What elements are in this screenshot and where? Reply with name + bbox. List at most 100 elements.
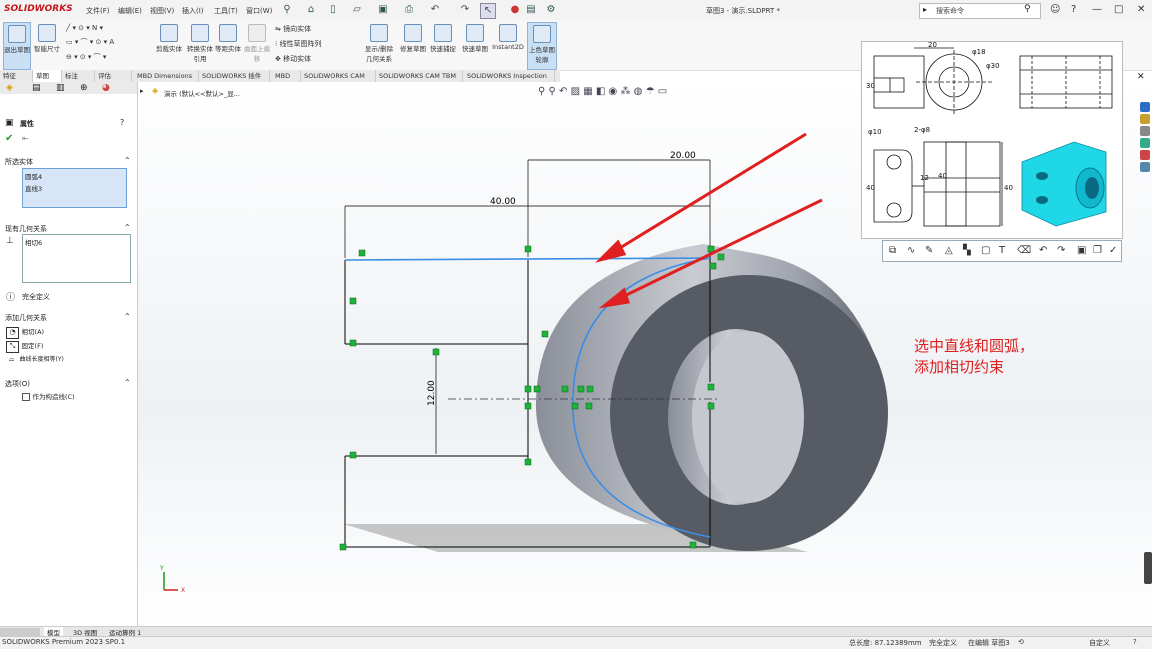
display-delete-relations-button[interactable]: 显示/删除几何关系 (362, 22, 396, 68)
construction-checkbox[interactable]: 作为构造线(C) (22, 391, 75, 401)
pin-icon[interactable]: ⚲ (280, 3, 294, 17)
add-relation-fix[interactable]: ⤡ 固定(F) (6, 340, 126, 353)
design-library-icon[interactable] (1140, 114, 1150, 124)
shaded-sketch-contours-button[interactable]: 上色草图轮廓 (527, 22, 557, 70)
appearances-icon[interactable] (1140, 150, 1150, 160)
unit-system[interactable]: 自定义 (1089, 638, 1110, 648)
menu-edit[interactable]: 编辑(E) (118, 6, 142, 16)
smart-dimension-button[interactable]: 智能尺寸 (33, 22, 61, 68)
save-icon[interactable]: ▣ (376, 3, 390, 17)
close-icon[interactable]: ✕ (1137, 4, 1145, 15)
menu-window[interactable]: 窗口(W) (246, 6, 272, 16)
collapse-chevron-icon[interactable]: ⌃ (124, 378, 131, 387)
add-relation-tangent[interactable]: ◔ 相切(A) (6, 326, 126, 339)
search-icon[interactable]: ⚲ (1024, 4, 1031, 14)
rebuild-status-icon[interactable]: ⟲ (1018, 638, 1024, 646)
property-manager-icon[interactable]: ▤ (32, 83, 41, 93)
help-icon[interactable]: ? (1133, 638, 1137, 646)
file-explorer-icon[interactable] (1140, 126, 1150, 136)
confirm-check-icon[interactable]: ✓ (1109, 245, 1117, 256)
user-icon[interactable]: ☺ (1050, 4, 1060, 15)
checkbox[interactable] (22, 392, 30, 401)
tab-features[interactable]: 特征 (0, 70, 33, 82)
rapid-sketch-button[interactable]: 快速草图 (461, 22, 489, 68)
redo-arrow-icon[interactable]: ↷ (1057, 245, 1065, 256)
linear-pattern-item[interactable]: ⁝ 线性草图阵列 (275, 39, 321, 49)
offset-entities-button[interactable]: 等距实体 (215, 22, 241, 68)
view-palette-icon[interactable] (1140, 138, 1150, 148)
tab-solidworks-inspection[interactable]: SOLIDWORKS Inspection (464, 70, 555, 82)
text-icon[interactable]: T (999, 245, 1005, 256)
rebuild-icon[interactable]: ▤ (524, 3, 538, 17)
list-item[interactable]: 圆弧4 (25, 171, 124, 181)
shape-icon[interactable]: ▢ (981, 245, 990, 256)
rectangle-tool-icon[interactable]: ▭ ▾ ⌒ ▾ ⊙ ▾ A (66, 37, 146, 47)
exit-sketch-button[interactable]: 退出草图 (3, 22, 31, 70)
undo-arrow-icon[interactable]: ↶ (1039, 245, 1047, 256)
dimxpert-icon[interactable]: ⊕ (80, 83, 88, 93)
collapse-chevron-icon[interactable]: ⌃ (124, 156, 131, 165)
fill-icon[interactable]: ◬ (945, 245, 953, 256)
tab-sketch[interactable]: 草图 (33, 70, 62, 82)
convert-entities-button[interactable]: 转换实体引用 (186, 22, 214, 68)
select-cursor-icon[interactable]: ↖ (480, 3, 496, 19)
traffic-light-icon[interactable]: ● (508, 3, 522, 17)
feature-tree-icon[interactable]: ◈ (6, 83, 13, 93)
open-icon[interactable]: ▱ (350, 3, 364, 17)
options-gear-icon[interactable]: ⚙ (544, 3, 558, 17)
repair-sketch-button[interactable]: 修复草图 (399, 22, 427, 68)
move-entities-item[interactable]: ✥ 移动实体 (275, 54, 321, 64)
tab-solidworks-cam-tbm[interactable]: SOLIDWORKS CAM TBM (376, 70, 463, 82)
collapse-chevron-icon[interactable]: ⌃ (124, 223, 131, 232)
add-relation-equal-curve[interactable]: ⌓ 曲线长度相等(Y) (6, 354, 131, 365)
minimize-icon[interactable]: — (1092, 4, 1102, 15)
display-manager-icon[interactable]: ◕ (102, 83, 110, 93)
list-item[interactable]: 相切6 (25, 237, 128, 247)
instant2d-button[interactable]: Instant2D (492, 22, 524, 68)
new-document-icon[interactable]: ▯ (326, 3, 340, 17)
mosaic-icon[interactable]: ▚ (963, 245, 971, 256)
tab-evaluate[interactable]: 评估 (95, 70, 132, 82)
custom-properties-icon[interactable] (1140, 162, 1150, 172)
screenshot-icon[interactable]: ⧉ (889, 245, 896, 256)
undo-icon[interactable]: ↶ (428, 3, 442, 17)
menu-insert[interactable]: 插入(I) (182, 6, 204, 16)
tab-markup[interactable]: 标注 (62, 70, 95, 82)
offset-on-surface-button[interactable]: 曲面上偏移 (243, 22, 271, 68)
search-input[interactable]: ▸ 搜索命令 ⚲ (919, 3, 1041, 19)
tab-mbd[interactable]: MBD (272, 70, 301, 82)
tab-solidworks-addins[interactable]: SOLIDWORKS 插件 (199, 70, 270, 82)
dimension-40[interactable]: 40.00 (490, 197, 516, 207)
close-pane-icon[interactable]: ✕ (1137, 72, 1145, 82)
home-icon[interactable]: ⌂ (304, 3, 318, 17)
configuration-icon[interactable]: ▥ (56, 83, 65, 93)
slot-tool-icon[interactable]: ⊖ ▾ ⊙ ▾ ⌒ ▾ (66, 52, 146, 62)
pen-icon[interactable]: ✎ (925, 245, 933, 256)
side-widget[interactable] (1144, 552, 1152, 584)
tab-solidworks-cam[interactable]: SOLIDWORKS CAM (301, 70, 376, 82)
ok-check-icon[interactable]: ✔ (5, 133, 13, 144)
eraser-icon[interactable]: ⌫ (1017, 245, 1031, 256)
collapse-chevron-icon[interactable]: ⌃ (124, 312, 131, 321)
tab-scroll-buttons[interactable] (0, 628, 40, 636)
menu-view[interactable]: 视图(V) (150, 6, 174, 16)
list-item[interactable]: 直线3 (25, 183, 124, 193)
print-icon[interactable]: ⎙ (402, 3, 416, 17)
redo-icon[interactable]: ↷ (458, 3, 472, 17)
resources-icon[interactable] (1140, 102, 1150, 112)
selected-entities-list[interactable]: 圆弧4 直线3 (22, 168, 127, 208)
sketch-tools-grid[interactable]: ╱ ▾ ⊙ ▾ N ▾ ▭ ▾ ⌒ ▾ ⊙ ▾ A ⊖ ▾ ⊙ ▾ ⌒ ▾ (66, 24, 146, 62)
help-icon[interactable]: ? (1071, 4, 1076, 15)
trim-entities-button[interactable]: 剪裁实体 (154, 22, 184, 68)
maximize-icon[interactable]: □ (1114, 4, 1123, 15)
help-circle-icon[interactable]: ? (120, 118, 124, 127)
line-tool-icon[interactable]: ╱ ▾ ⊙ ▾ N ▾ (66, 24, 146, 32)
existing-relations-list[interactable]: 相切6 (22, 234, 131, 283)
dimension-12[interactable]: 12.00 (427, 380, 437, 406)
tab-mbd-dimensions[interactable]: MBD Dimensions (134, 70, 199, 82)
menu-file[interactable]: 文件(F) (86, 6, 110, 16)
curve-icon[interactable]: ∿ (907, 245, 915, 256)
dimension-20[interactable]: 20.00 (670, 151, 696, 161)
copy-icon[interactable]: ❐ (1093, 245, 1102, 256)
pushpin-icon[interactable]: ⇤ (22, 134, 29, 143)
